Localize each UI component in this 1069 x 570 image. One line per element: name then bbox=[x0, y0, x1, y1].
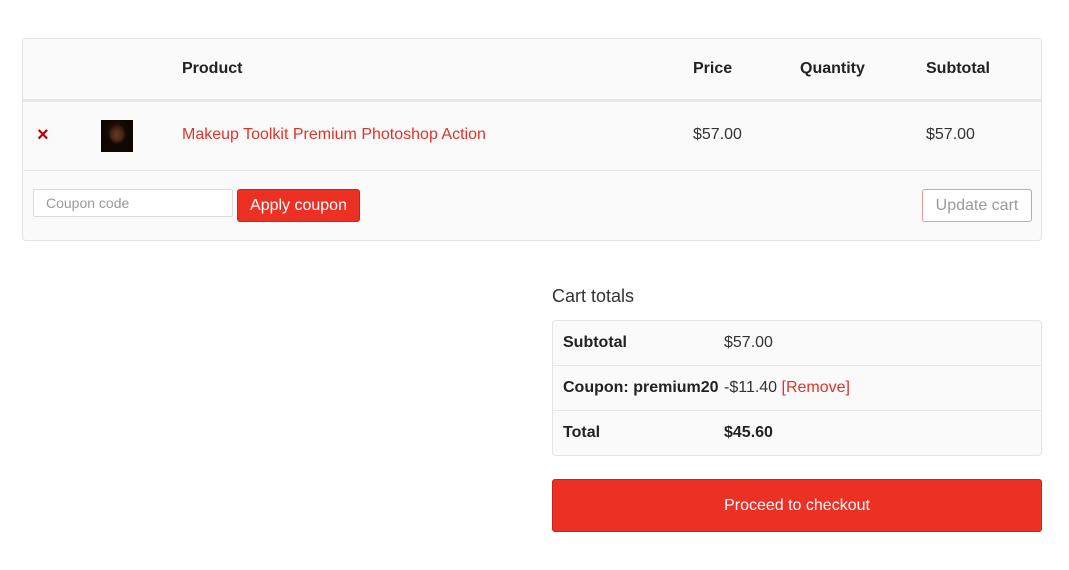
cart-totals-title: Cart totals bbox=[552, 286, 635, 306]
header-price: Price bbox=[693, 60, 733, 77]
apply-coupon-button[interactable]: Apply coupon bbox=[237, 189, 360, 222]
remove-coupon-link[interactable]: [Remove] bbox=[782, 379, 850, 396]
totals-total-label: Total bbox=[563, 424, 601, 441]
header-subtotal: Subtotal bbox=[926, 60, 990, 77]
totals-total-value: $45.60 bbox=[724, 424, 773, 441]
update-cart-button[interactable]: Update cart bbox=[922, 189, 1032, 222]
totals-subtotal-value: $57.00 bbox=[724, 334, 773, 351]
coupon-code-input[interactable] bbox=[33, 189, 233, 217]
cart-totals-table: Subtotal $57.00 Coupon: premium20 -$11.4… bbox=[552, 320, 1042, 456]
totals-coupon-value-wrap: -$11.40 [Remove] bbox=[724, 379, 850, 397]
proceed-to-checkout-button[interactable]: Proceed to checkout bbox=[552, 479, 1042, 532]
totals-total-row: Total $45.60 bbox=[553, 411, 1041, 456]
totals-subtotal-label: Subtotal bbox=[563, 334, 627, 351]
product-thumbnail[interactable] bbox=[101, 120, 133, 152]
header-quantity: Quantity bbox=[800, 60, 865, 77]
totals-subtotal-row: Subtotal $57.00 bbox=[553, 321, 1041, 366]
cart-table: Product Price Quantity Subtotal × Makeup… bbox=[22, 38, 1042, 241]
cart-actions: Apply coupon Update cart bbox=[23, 172, 1041, 242]
totals-coupon-value: -$11.40 bbox=[724, 379, 778, 396]
item-price: $57.00 bbox=[693, 126, 742, 143]
totals-coupon-row: Coupon: premium20 -$11.40 [Remove] bbox=[553, 366, 1041, 411]
item-subtotal: $57.00 bbox=[926, 126, 975, 143]
remove-item-icon[interactable]: × bbox=[37, 124, 49, 146]
totals-coupon-label: Coupon: premium20 bbox=[563, 379, 719, 396]
product-name-link[interactable]: Makeup Toolkit Premium Photoshop Action bbox=[182, 126, 486, 144]
cart-item-row: × Makeup Toolkit Premium Photoshop Actio… bbox=[23, 102, 1041, 171]
header-product: Product bbox=[182, 60, 243, 77]
cart-table-header: Product Price Quantity Subtotal bbox=[23, 39, 1041, 102]
